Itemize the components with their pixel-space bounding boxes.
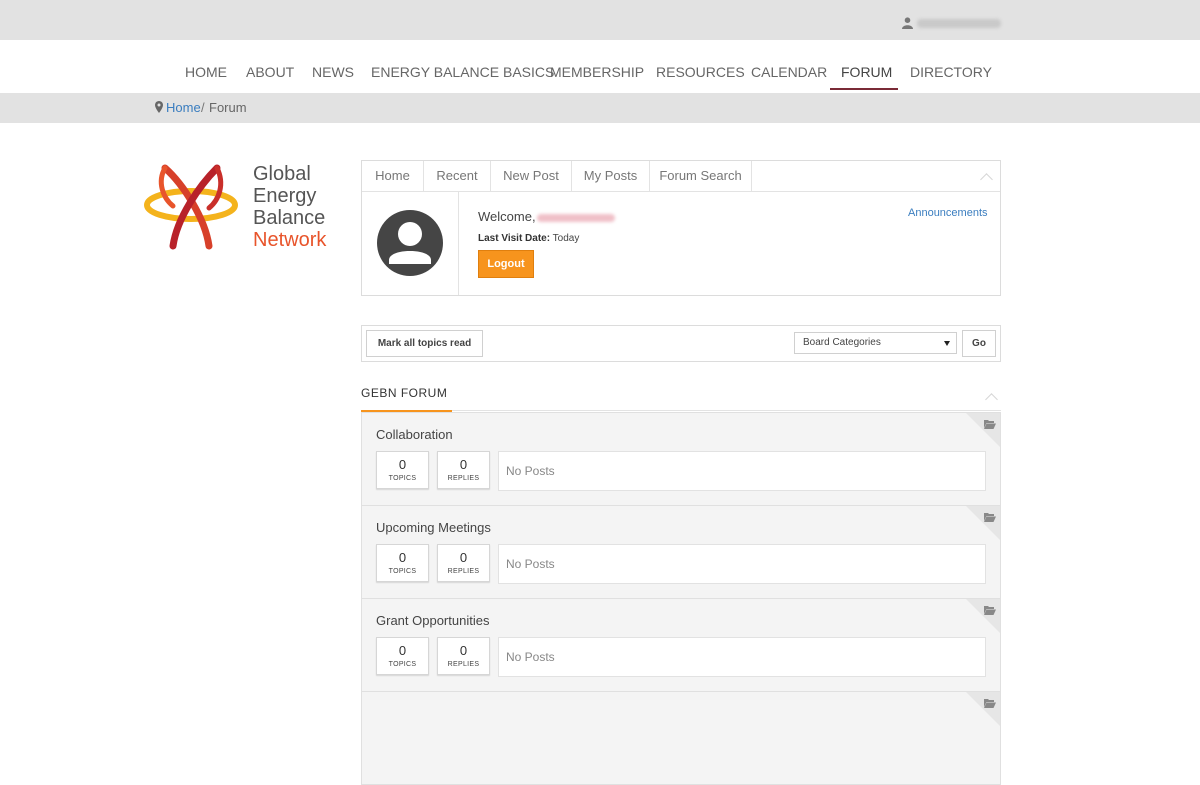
topics-label: TOPICS [388,475,417,482]
replies-count-box: 0 REPLIES [437,544,490,582]
map-marker-icon [155,101,163,113]
last-visit-label: Last Visit Date: [478,233,551,244]
logo-text-line-4: Network [253,229,327,251]
nav-home[interactable]: HOME [185,64,227,80]
announcements-link[interactable]: Announcements [908,207,988,219]
nav-forum[interactable]: FORUM [841,64,892,80]
board-row-partial [361,691,1001,785]
tab-new-post[interactable]: New Post [491,161,572,191]
breadcrumb-current: Forum [209,100,247,115]
nav-resources[interactable]: RESOURCES [656,64,745,80]
forum-toolbar: Mark all topics read Board Categories Go [361,325,1001,362]
folder-open-icon [984,699,996,708]
nav-energy-balance-basics[interactable]: ENERGY BALANCE BASICS [371,64,554,80]
dropdown-arrow-icon [944,341,950,346]
user-menu[interactable] [902,17,1001,29]
main-nav: HOME ABOUT NEWS ENERGY BALANCE BASICS ME… [0,40,1200,93]
topics-count-box: 0 TOPICS [376,637,429,675]
topics-count: 0 [398,643,407,658]
board-categories-select[interactable]: Board Categories [794,332,957,354]
avatar [377,210,443,276]
board-title-grant-opportunities[interactable]: Grant Opportunities [376,613,489,628]
breadcrumb-home-link[interactable]: Home [166,100,201,115]
last-post-info: No Posts [498,451,986,491]
panel-divider [458,191,459,295]
forum-user-panel: Home Recent New Post My Posts Forum Sear… [361,160,1001,296]
last-post-info: No Posts [498,637,986,677]
tab-recent[interactable]: Recent [424,161,491,191]
logout-button[interactable]: Logout [478,250,534,278]
last-visit-date: Last Visit Date: Today [478,233,579,244]
replies-count: 0 [459,643,468,658]
go-button[interactable]: Go [962,330,996,357]
mark-all-read-button[interactable]: Mark all topics read [366,330,483,357]
section-title: GEBN FORUM [361,386,448,400]
nav-calendar[interactable]: CALENDAR [751,64,827,80]
board-title-upcoming-meetings[interactable]: Upcoming Meetings [376,520,491,535]
tab-my-posts[interactable]: My Posts [572,161,650,191]
topics-label: TOPICS [388,568,417,575]
topics-count: 0 [398,457,407,472]
user-name-redacted [917,18,1001,28]
replies-count: 0 [459,550,468,565]
collapse-chevron-up-icon[interactable] [980,173,993,186]
topics-count: 0 [398,550,407,565]
topics-count-box: 0 TOPICS [376,544,429,582]
section-divider [361,410,1001,412]
user-icon [902,17,913,29]
nav-news[interactable]: NEWS [312,64,354,80]
default-user-icon [389,222,431,264]
board-row: Collaboration 0 TOPICS 0 REPLIES No Posts [361,412,1001,506]
nav-about[interactable]: ABOUT [246,64,294,80]
folder-open-icon [984,513,996,522]
board-categories-value: Board Categories [803,337,881,348]
breadcrumb-separator: / [201,100,205,115]
topics-count-box: 0 TOPICS [376,451,429,489]
last-visit-value: Today [552,233,580,244]
welcome-message: Welcome, [478,209,615,224]
nav-directory[interactable]: DIRECTORY [910,64,992,80]
last-post-info: No Posts [498,544,986,584]
nav-active-indicator [830,88,898,90]
replies-label: REPLIES [447,475,480,482]
logo-text-line-1: Global [253,163,311,185]
replies-label: REPLIES [447,568,480,575]
forum-tabs: Home Recent New Post My Posts Forum Sear… [362,161,1000,192]
topics-label: TOPICS [388,661,417,668]
logo-text-line-3: Balance [253,207,326,229]
board-row: Grant Opportunities 0 TOPICS 0 REPLIES No … [361,598,1001,692]
section-collapse-chevron-up-icon[interactable] [985,393,998,406]
logo-text-line-2: Energy [253,185,317,207]
gebn-logo-mark [144,164,238,250]
replies-count-box: 0 REPLIES [437,637,490,675]
replies-label: REPLIES [447,661,480,668]
board-row: Upcoming Meetings 0 TOPICS 0 REPLIES No Po… [361,505,1001,599]
tab-forum-search[interactable]: Forum Search [650,161,752,191]
folder-open-icon [984,606,996,615]
folder-open-icon [984,420,996,429]
board-title-collaboration[interactable]: Collaboration [376,427,453,442]
nav-membership[interactable]: MEMBERSHIP [550,64,644,80]
replies-count-box: 0 REPLIES [437,451,490,489]
top-bar [0,0,1200,40]
tab-home[interactable]: Home [362,161,424,191]
replies-count: 0 [459,457,468,472]
welcome-label: Welcome, [478,209,536,224]
breadcrumb: Home / Forum [0,93,1200,123]
welcome-user-name-redacted [536,213,615,222]
